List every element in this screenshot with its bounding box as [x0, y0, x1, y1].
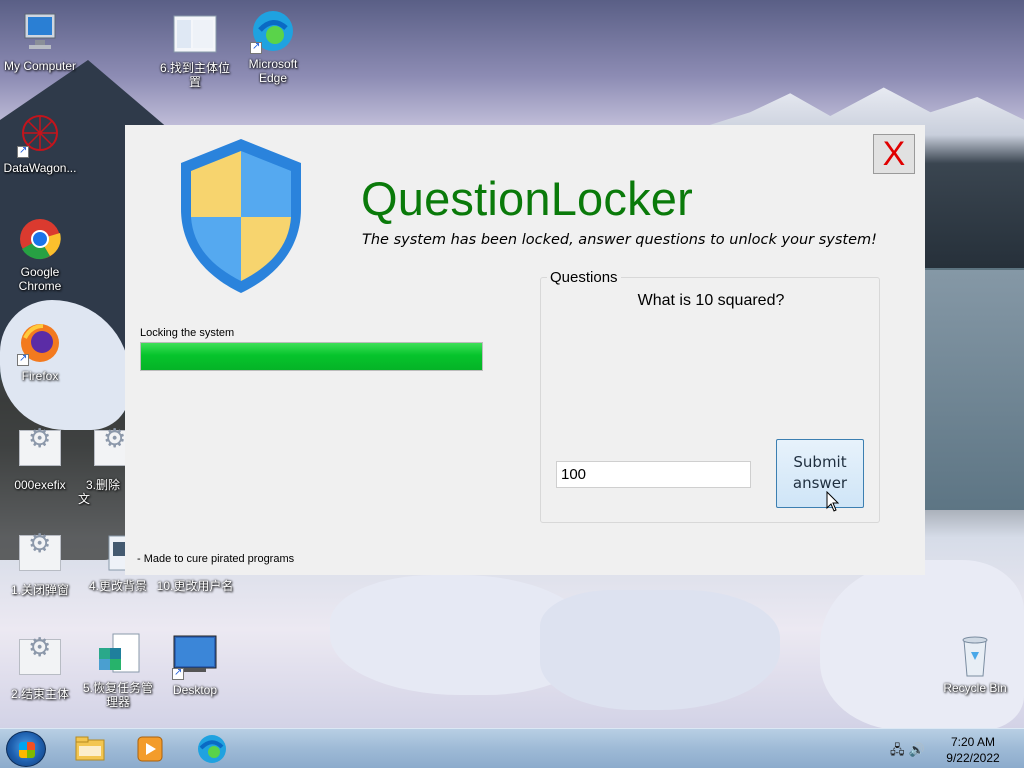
shield-icon [181, 139, 301, 293]
desktop-icon-end-subject[interactable]: 2.结束主体 [0, 634, 80, 701]
desktop-icon-label: Microsoft Edge [248, 57, 298, 85]
app-title: QuestionLocker [361, 172, 693, 225]
lock-progress-bar [140, 342, 483, 371]
taskbar-edge[interactable] [186, 732, 238, 766]
desktop-icon-recycle-bin[interactable]: Recycle Bin [935, 632, 1015, 695]
desktop-icon-label: 10.更改用户名 [156, 579, 234, 593]
desktop-icon-delete-file[interactable]: 3.删除文 [78, 425, 126, 506]
desktop-icon-find-subject[interactable]: 6.找到主体位置 [155, 12, 235, 89]
monitor-icon [172, 634, 218, 680]
shortcut-arrow-icon [17, 352, 29, 366]
desktop-icon-label: My Computer [3, 59, 77, 73]
taskbar: 🖧 🔊 7:20 AM 9/22/2022 [0, 728, 1024, 768]
progress-fill [141, 343, 482, 370]
desktop-icon-my-computer[interactable]: My Computer [0, 10, 80, 73]
progress-label: Locking the system [140, 327, 235, 339]
desktop-icon-label: 1.关闭弹窗 [10, 583, 69, 597]
question-locker-dialog: X QuestionLocker The system has been loc… [125, 125, 925, 575]
wallpaper-ice [540, 590, 780, 710]
desktop-icon-edge[interactable]: Microsoft Edge [233, 8, 313, 85]
desktop-icon-restore-task-manager[interactable]: 5.恢复任务管理器 [78, 632, 158, 709]
clock-date: 9/22/2022 [946, 751, 1000, 765]
desktop-icon-label: Desktop [172, 683, 218, 697]
answer-input[interactable] [556, 461, 751, 488]
media-player-icon [137, 736, 163, 762]
desktop-icon-desktop[interactable]: Desktop [155, 634, 235, 697]
desktop-icon-datawagon[interactable]: DataWagon... [0, 112, 80, 175]
volume-icon[interactable]: 🔊 [909, 743, 925, 758]
gear-icon [19, 639, 61, 675]
lock-message: The system has been locked, answer quest… [362, 232, 877, 248]
desktop-icon-label: DataWagon... [3, 161, 77, 175]
questions-group: Questions What is 10 squared? Submit ans… [540, 269, 880, 523]
questions-group-title: Questions [547, 269, 621, 286]
taskbar-file-explorer[interactable] [64, 732, 116, 766]
firefox-icon [17, 320, 63, 366]
submit-answer-label: Submit answer [792, 453, 848, 492]
desktop-icon-label: 2.结束主体 [10, 687, 69, 701]
registry-icon [95, 632, 141, 678]
clock-time: 7:20 AM [950, 735, 996, 749]
computer-icon [17, 10, 63, 56]
close-button[interactable]: X [873, 134, 915, 174]
desktop-icon-close-popup[interactable]: 1.关闭弹窗 [0, 530, 80, 597]
desktop-icon-label: 6.找到主体位置 [159, 61, 230, 89]
taskbar-clock[interactable]: 7:20 AM 9/22/2022 [935, 734, 1011, 766]
desktop-icon-chrome[interactable]: Google Chrome [0, 216, 80, 293]
submit-answer-button[interactable]: Submit answer [776, 439, 864, 508]
desktop-icon-label: 3.删除文 [78, 478, 121, 506]
gear-icon [19, 430, 61, 466]
edge-icon [250, 8, 296, 54]
gear-icon [19, 535, 61, 571]
file-explorer-icon [75, 736, 105, 761]
shortcut-arrow-icon [172, 666, 184, 680]
network-icon[interactable]: 🖧 [890, 743, 905, 758]
start-button[interactable] [6, 731, 46, 767]
footer-note: - Made to cure pirated programs [137, 553, 295, 565]
desktop-icon-label: Google Chrome [18, 265, 62, 293]
image-file-icon [172, 12, 218, 58]
desktop-icon-label: 000exefix [14, 478, 66, 492]
mouse-cursor-icon [826, 491, 840, 512]
chrome-icon [17, 216, 63, 262]
question-text: What is 10 squared? [637, 292, 785, 309]
edge-icon [198, 735, 226, 763]
desktop-icon-firefox[interactable]: Firefox [0, 320, 80, 383]
desktop-icon-label: Firefox [21, 369, 59, 383]
taskbar-media-player[interactable] [124, 732, 176, 766]
datawagon-icon [17, 112, 63, 158]
desktop-icon-label: 4.更改背景 [88, 579, 147, 593]
gear-icon [94, 430, 126, 466]
shortcut-arrow-icon [17, 144, 29, 158]
desktop-icon-label: Recycle Bin [943, 681, 1007, 695]
shortcut-arrow-icon [250, 40, 262, 54]
system-tray: 🖧 🔊 [890, 741, 925, 763]
recycle-bin-icon [952, 632, 998, 678]
desktop-icon-label: 5.恢复任务管理器 [82, 681, 153, 709]
desktop-icon-000exefix[interactable]: 000exefix [0, 425, 80, 492]
